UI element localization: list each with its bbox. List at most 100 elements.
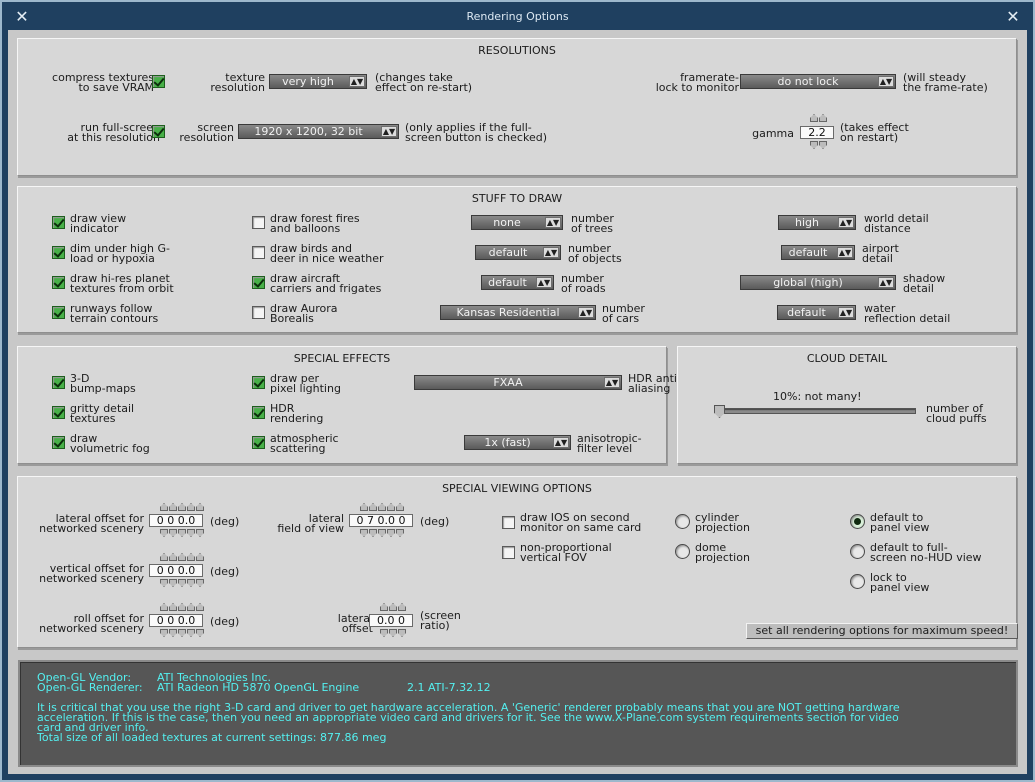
aurora-checkbox[interactable] <box>252 306 265 319</box>
lateral-screen-offset-field[interactable]: 0.0 0 <box>369 614 413 627</box>
number-of-objects-dropdown[interactable]: default ▲▼ <box>475 245 561 260</box>
roll-offset-up-arrows[interactable] <box>160 603 204 611</box>
runways-follow-checkbox[interactable] <box>52 306 65 319</box>
stuff-to-draw-panel: STUFF TO DRAW draw view indicator dim und… <box>17 186 1017 333</box>
lateral-offset-unit: (deg) <box>210 515 240 528</box>
screen-resolution-note: (only applies if the full-screen button … <box>405 121 547 144</box>
lateral-screen-offset-up-arrows[interactable] <box>380 603 406 611</box>
dim-high-g-checkbox[interactable] <box>52 246 65 259</box>
gamma-label: gamma <box>752 127 794 140</box>
world-detail-distance-dropdown[interactable]: high ▲▼ <box>778 215 856 230</box>
non-proportional-fov-label: non-proportional vertical FOV <box>520 541 612 564</box>
hdr-antialiasing-dropdown[interactable]: FXAA ▲▼ <box>414 375 622 390</box>
chevron-down-icon: ▲▼ <box>838 307 854 318</box>
chevron-down-icon: ▲▼ <box>536 277 552 288</box>
framerate-lock-note: (will steady the frame-rate) <box>903 71 988 94</box>
vertical-offset-up-arrows[interactable] <box>160 553 204 561</box>
special-effects-title: SPECIAL EFFECTS <box>293 352 391 365</box>
default-panel-view-radio[interactable] <box>850 514 865 529</box>
lock-panel-view-radio[interactable] <box>850 574 865 589</box>
info-line-4: Total size of all loaded textures at cur… <box>37 731 387 744</box>
cloud-puffs-slider[interactable] <box>718 408 916 414</box>
vertical-offset-unit: (deg) <box>210 565 240 578</box>
hdr-antialiasing-label: HDR anti-aliasing <box>628 372 681 395</box>
lateral-offset-up-arrows[interactable] <box>160 503 204 511</box>
non-proportional-fov-checkbox[interactable] <box>502 546 515 559</box>
gamma-down-arrows[interactable] <box>810 141 827 149</box>
airport-detail-dropdown[interactable]: default ▲▼ <box>781 245 855 260</box>
lateral-screen-offset-down-arrows[interactable] <box>380 629 406 637</box>
screen-resolution-label: screen resolution <box>179 121 234 144</box>
aircraft-carriers-label: draw aircraft carriers and frigates <box>270 272 382 295</box>
atmospheric-scattering-checkbox[interactable] <box>252 436 265 449</box>
draw-view-indicator-checkbox[interactable] <box>52 216 65 229</box>
cloud-detail-title: CLOUD DETAIL <box>806 352 888 365</box>
lateral-offset-label: lateral offset for networked scenery <box>39 512 144 535</box>
birds-deer-label: draw birds and deer in nice weather <box>270 242 384 265</box>
opengl-info-panel: Open-GL Vendor: ATI Technologies Inc. Op… <box>18 660 1018 767</box>
water-reflection-dropdown[interactable]: default ▲▼ <box>777 305 856 320</box>
chevron-down-icon: ▲▼ <box>838 217 854 228</box>
fullscreen-checkbox[interactable] <box>152 125 165 138</box>
compress-textures-checkbox[interactable] <box>152 75 165 88</box>
number-of-trees-label: number of trees <box>571 212 614 235</box>
dome-projection-radio[interactable] <box>675 544 690 559</box>
framerate-lock-dropdown[interactable]: do not lock ▲▼ <box>740 74 896 89</box>
aircraft-carriers-checkbox[interactable] <box>252 276 265 289</box>
number-of-trees-dropdown[interactable]: none ▲▼ <box>471 215 563 230</box>
default-fullscreen-nohud-radio[interactable] <box>850 544 865 559</box>
hires-planet-label: draw hi-res planet textures from orbit <box>70 272 174 295</box>
airport-detail-label: airport detail <box>862 242 899 265</box>
title-bar[interactable]: ✕ Rendering Options ✕ <box>2 2 1033 32</box>
chevron-down-icon: ▲▼ <box>543 247 559 258</box>
draw-ios-checkbox[interactable] <box>502 516 515 529</box>
roll-offset-label: roll offset for networked scenery <box>39 612 144 635</box>
vertical-offset-field[interactable]: 0 0 0.0 <box>149 564 203 577</box>
forest-fires-checkbox[interactable] <box>252 216 265 229</box>
dim-high-g-label: dim under high G-load or hypoxia <box>70 242 170 265</box>
cylinder-projection-label: cylinder projection <box>695 511 750 534</box>
lock-panel-view-label: lock to panel view <box>870 571 930 594</box>
default-panel-view-label: default to panel view <box>870 511 930 534</box>
cylinder-projection-radio[interactable] <box>675 514 690 529</box>
pixel-lighting-checkbox[interactable] <box>252 376 265 389</box>
lateral-offset-field[interactable]: 0 0 0.0 <box>149 514 203 527</box>
anisotropic-filter-dropdown[interactable]: 1x (fast) ▲▼ <box>464 435 571 450</box>
lateral-fov-unit: (deg) <box>420 515 450 528</box>
gamma-field[interactable]: 2.2 <box>800 126 834 139</box>
cloud-puffs-slider-thumb[interactable] <box>714 405 725 418</box>
chevron-down-icon: ▲▼ <box>837 247 853 258</box>
renderer-label: Open-GL Renderer: <box>37 681 143 694</box>
gritty-detail-checkbox[interactable] <box>52 406 65 419</box>
texture-resolution-dropdown[interactable]: very high ▲▼ <box>269 74 367 89</box>
forest-fires-label: draw forest fires and balloons <box>270 212 360 235</box>
vertical-offset-down-arrows[interactable] <box>160 579 204 587</box>
screen-resolution-dropdown[interactable]: 1920 x 1200, 32 bit ▲▼ <box>238 124 399 139</box>
lateral-offset-down-arrows[interactable] <box>160 529 204 537</box>
chevron-down-icon: ▲▼ <box>349 76 365 87</box>
bump-maps-checkbox[interactable] <box>52 376 65 389</box>
lateral-fov-down-arrows[interactable] <box>360 529 404 537</box>
max-speed-button[interactable]: set all rendering options for maximum sp… <box>746 623 1018 639</box>
number-of-roads-dropdown[interactable]: default ▲▼ <box>481 275 554 290</box>
volumetric-fog-checkbox[interactable] <box>52 436 65 449</box>
roll-offset-down-arrows[interactable] <box>160 629 204 637</box>
lateral-screen-offset-label: lateral offset <box>337 612 373 635</box>
shadow-detail-dropdown[interactable]: global (high) ▲▼ <box>740 275 896 290</box>
lateral-fov-field[interactable]: 0 7 0.0 0 <box>349 514 413 527</box>
number-of-cars-dropdown[interactable]: Kansas Residential ▲▼ <box>440 305 596 320</box>
hdr-rendering-checkbox[interactable] <box>252 406 265 419</box>
lateral-fov-up-arrows[interactable] <box>360 503 404 511</box>
roll-offset-unit: (deg) <box>210 615 240 628</box>
roll-offset-field[interactable]: 0 0 0.0 <box>149 614 203 627</box>
birds-deer-checkbox[interactable] <box>252 246 265 259</box>
window-client: RESOLUTIONS compress textures to save VRA… <box>8 30 1027 774</box>
close-icon-right[interactable]: ✕ <box>1005 9 1021 25</box>
window-title: Rendering Options <box>466 10 569 23</box>
world-detail-distance-label: world detail distance <box>864 212 929 235</box>
cloud-puffs-label: number of cloud puffs <box>926 402 987 425</box>
number-of-objects-label: number of objects <box>568 242 622 265</box>
hires-planet-checkbox[interactable] <box>52 276 65 289</box>
draw-ios-label: draw IOS on second monitor on same card <box>520 511 642 534</box>
gamma-up-arrows[interactable] <box>810 114 827 122</box>
